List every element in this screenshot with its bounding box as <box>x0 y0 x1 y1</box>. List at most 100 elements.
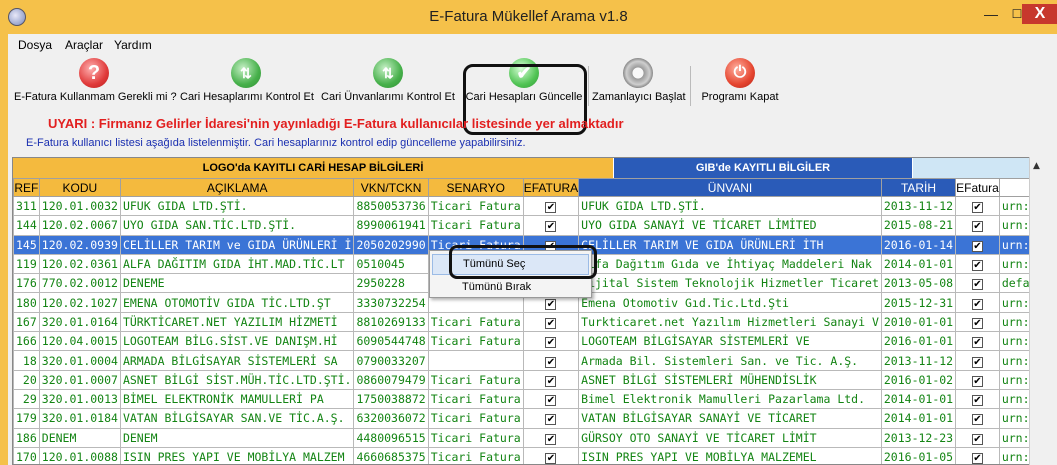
cell-aciklama: VATAN BİLGİSAYAR SAN.VE TİC.A.Ş. <box>119 408 355 429</box>
cell-efatura[interactable]: ✔ <box>522 388 580 410</box>
cell-extra: urn:mail:de <box>998 311 1032 333</box>
checkbox[interactable]: ✔ <box>545 356 557 368</box>
table-row[interactable]: 144 120.02.0067 UYO GIDA SAN.TİC.LTD.ŞTİ. 8… <box>13 215 1032 236</box>
checkbox[interactable]: ✔ <box>545 317 557 329</box>
data-grid[interactable]: LOGO'da KAYITLI CARİ HESAP BİLGİLERİ GIB… <box>12 157 1033 465</box>
cell-extra: urn:mail:de <box>998 446 1032 464</box>
cell-kodu: 320.01.0007 <box>38 369 121 390</box>
check-accounts-button[interactable]: ⇅ Cari Hesaplarımı Kontrol Et <box>180 54 314 110</box>
close-program-button[interactable]: ⏻ Programı Kapat <box>694 54 786 110</box>
checkbox[interactable]: ✔ <box>545 221 557 233</box>
checkbox[interactable]: ✔ <box>971 317 983 329</box>
cell-unvani: GÜRSOY OTO SANAYİ VE TİCARET LİMİT <box>578 427 882 448</box>
menu-araclar[interactable]: Araçlar <box>65 38 103 52</box>
start-scheduler-button[interactable]: Zamanlayıcı Başlat <box>592 54 686 110</box>
table-row[interactable]: 179 320.01.0184 VATAN BİLGİSAYAR SAN.VE Tİ… <box>13 408 1032 429</box>
cell-efatura-gib[interactable]: ✔ <box>955 292 1000 313</box>
table-row[interactable]: 166 120.04.0015 LOGOTEAM BİLG.SİST.VE DANI… <box>13 331 1032 352</box>
checkbox[interactable]: ✔ <box>971 395 983 407</box>
table-row[interactable]: 18 320.01.0004 ARMADA BİLGİSAYAR SİSTEMLER… <box>13 350 1032 371</box>
checkbox[interactable]: ✔ <box>971 375 983 387</box>
cell-efatura[interactable]: ✔ <box>522 331 580 352</box>
cell-vkn: 8810269133 <box>353 311 429 333</box>
col-header-unvani[interactable]: ÜNVANI <box>578 178 882 197</box>
col-header-ref[interactable]: REF <box>13 178 40 197</box>
toolbar-label: Zamanlayıcı Başlat <box>592 91 686 103</box>
table-row[interactable]: 186 DENEM DENEM 4480096515 Ticari Fatura ✔ GÜR… <box>13 427 1032 448</box>
cell-ref: 167 <box>13 311 40 333</box>
col-header-vkn[interactable]: VKN/TCKN <box>353 178 429 197</box>
checkbox[interactable]: ✔ <box>971 453 983 464</box>
checkbox[interactable]: ✔ <box>545 433 557 445</box>
col-header-kodu[interactable]: KODU <box>38 178 121 197</box>
cell-efatura-gib[interactable]: ✔ <box>955 350 1000 371</box>
cell-efatura[interactable]: ✔ <box>522 427 580 448</box>
cell-efatura-gib[interactable]: ✔ <box>955 253 1000 275</box>
cell-efatura[interactable]: ✔ <box>522 215 580 236</box>
cell-efatura[interactable]: ✔ <box>522 369 580 390</box>
checkbox[interactable]: ✔ <box>971 240 983 252</box>
warning-text: UYARI : Firmanız Gelirler İdaresi'nin ya… <box>48 116 624 131</box>
menu-yardim[interactable]: Yardım <box>114 38 152 52</box>
efatura-check-button[interactable]: ? E-Fatura Kullanmam Gerekli mi ? <box>14 54 177 110</box>
checkbox[interactable]: ✔ <box>971 356 983 368</box>
checkbox[interactable]: ✔ <box>971 202 983 214</box>
checkbox[interactable]: ✔ <box>971 221 983 233</box>
cell-efatura-gib[interactable]: ✔ <box>955 427 1000 448</box>
checkbox[interactable]: ✔ <box>545 375 557 387</box>
checkbox[interactable]: ✔ <box>971 433 983 445</box>
cell-efatura[interactable]: ✔ <box>522 195 580 217</box>
checkbox[interactable]: ✔ <box>545 414 557 426</box>
cell-efatura-gib[interactable]: ✔ <box>955 331 1000 352</box>
col-header-tarih[interactable]: TARİH <box>880 178 957 197</box>
cell-efatura-gib[interactable]: ✔ <box>955 446 1000 464</box>
cell-efatura[interactable]: ✔ <box>522 446 580 464</box>
cell-efatura-gib[interactable]: ✔ <box>955 369 1000 390</box>
cell-efatura-gib[interactable]: ✔ <box>955 215 1000 236</box>
col-header-senaryo[interactable]: SENARYO <box>427 178 524 197</box>
checkbox[interactable]: ✔ <box>545 395 557 407</box>
cell-efatura-gib[interactable]: ✔ <box>955 388 1000 410</box>
col-header-extra[interactable] <box>998 178 1032 197</box>
table-row[interactable]: 311 120.01.0032 UFUK GIDA LTD.ŞTİ. 88500537… <box>13 195 1032 217</box>
table-row[interactable]: 170 120.01.0088 ISIN PRES YAPI VE MOBİLYA … <box>13 446 1032 464</box>
col-header-aciklama[interactable]: AÇIKLAMA <box>119 178 355 197</box>
checkbox[interactable]: ✔ <box>545 337 557 349</box>
table-row[interactable]: 29 320.01.0013 BİMEL ELEKTRONİK MAMULLERİ … <box>13 388 1032 410</box>
cell-extra: urn:mail:de <box>998 253 1032 275</box>
checkbox[interactable]: ✔ <box>545 202 557 214</box>
cell-efatura-gib[interactable]: ✔ <box>955 311 1000 333</box>
cell-efatura-gib[interactable]: ✔ <box>955 408 1000 429</box>
checkbox[interactable]: ✔ <box>971 414 983 426</box>
cell-kodu: 120.01.0088 <box>38 446 121 464</box>
header-row: REF KODU AÇIKLAMA VKN/TCKN SENARYO EFATU… <box>13 178 1032 197</box>
checkbox[interactable]: ✔ <box>971 260 983 272</box>
col-header-efatura[interactable]: EFATURA <box>522 178 580 197</box>
checkbox[interactable]: ✔ <box>545 298 557 310</box>
checkbox[interactable]: ✔ <box>545 453 557 464</box>
scroll-up-icon[interactable]: ▲ <box>1033 161 1040 171</box>
menu-item-deselect-all[interactable]: Tümünü Bırak <box>432 277 589 297</box>
cell-efatura[interactable]: ✔ <box>522 350 580 371</box>
cell-efatura-gib[interactable]: ✔ <box>955 195 1000 217</box>
table-row[interactable]: 167 320.01.0164 TÜRKTİCARET.NET YAZILIM Hİ… <box>13 311 1032 333</box>
cell-tarih: 2013-05-08 <box>880 273 957 294</box>
cell-tarih: 2016-01-14 <box>880 234 957 255</box>
title-bar[interactable]: E-Fatura Mükellef Arama v1.8 — ☐ X <box>0 0 1057 34</box>
minimize-button[interactable]: — <box>978 4 1004 24</box>
checkbox[interactable]: ✔ <box>971 298 983 310</box>
checkbox[interactable]: ✔ <box>971 337 983 349</box>
cell-efatura[interactable]: ✔ <box>522 408 580 429</box>
cell-efatura-gib[interactable]: ✔ <box>955 273 1000 294</box>
vertical-scrollbar[interactable]: ▲ <box>1029 157 1047 465</box>
close-button[interactable]: X <box>1022 4 1057 24</box>
table-row[interactable]: 20 320.01.0007 ASNET BİLGİ SİST.MÜH.TİC.LT… <box>13 369 1032 390</box>
check-titles-button[interactable]: ⇅ Cari Ünvanlarımı Kontrol Et <box>318 54 458 110</box>
checkbox[interactable]: ✔ <box>971 279 983 291</box>
menu-dosya[interactable]: Dosya <box>18 38 52 52</box>
cell-efatura-gib[interactable]: ✔ <box>955 234 1000 255</box>
col-header-efatura-gib[interactable]: EFatura <box>955 178 1000 197</box>
cell-tarih: 2014-01-01 <box>880 408 957 429</box>
cell-efatura[interactable]: ✔ <box>522 311 580 333</box>
cell-aciklama: UYO GIDA SAN.TİC.LTD.ŞTİ. <box>119 215 355 236</box>
